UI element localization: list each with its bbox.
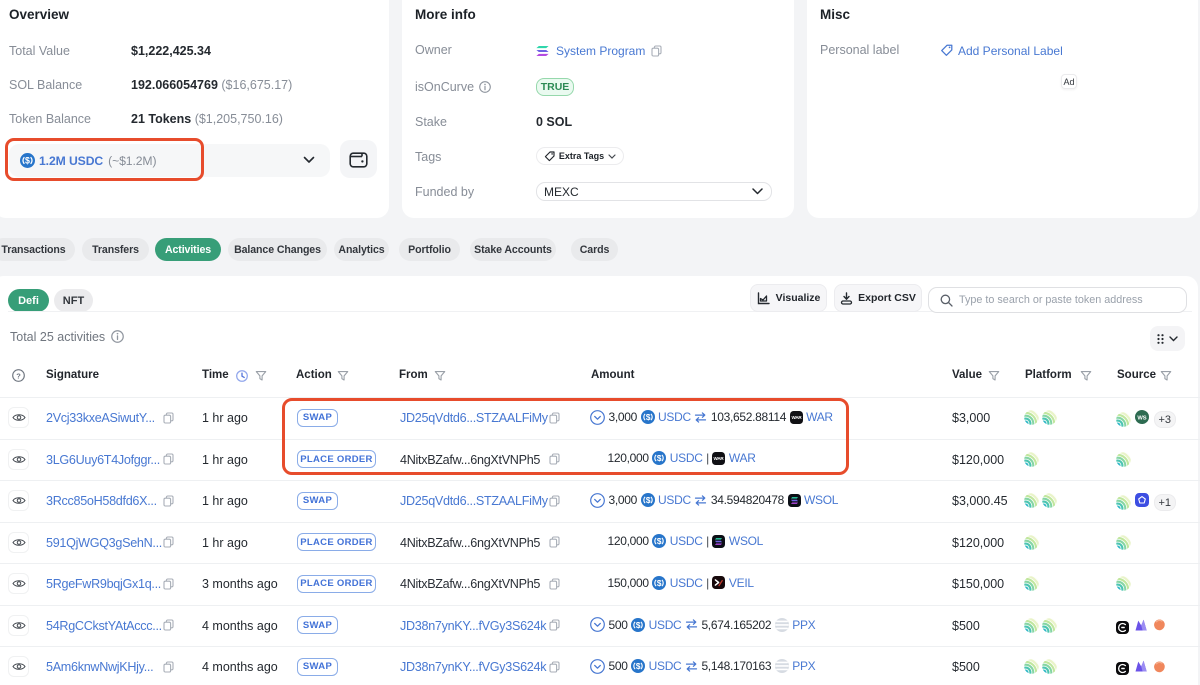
svg-text:$: $ — [645, 496, 650, 505]
svg-text:$: $ — [657, 579, 662, 588]
svg-text:?: ? — [16, 371, 21, 380]
svg-text:WS: WS — [1137, 416, 1146, 422]
svg-text:$: $ — [636, 662, 641, 671]
svg-text:$: $ — [636, 621, 641, 630]
svg-text:$: $ — [657, 537, 662, 546]
